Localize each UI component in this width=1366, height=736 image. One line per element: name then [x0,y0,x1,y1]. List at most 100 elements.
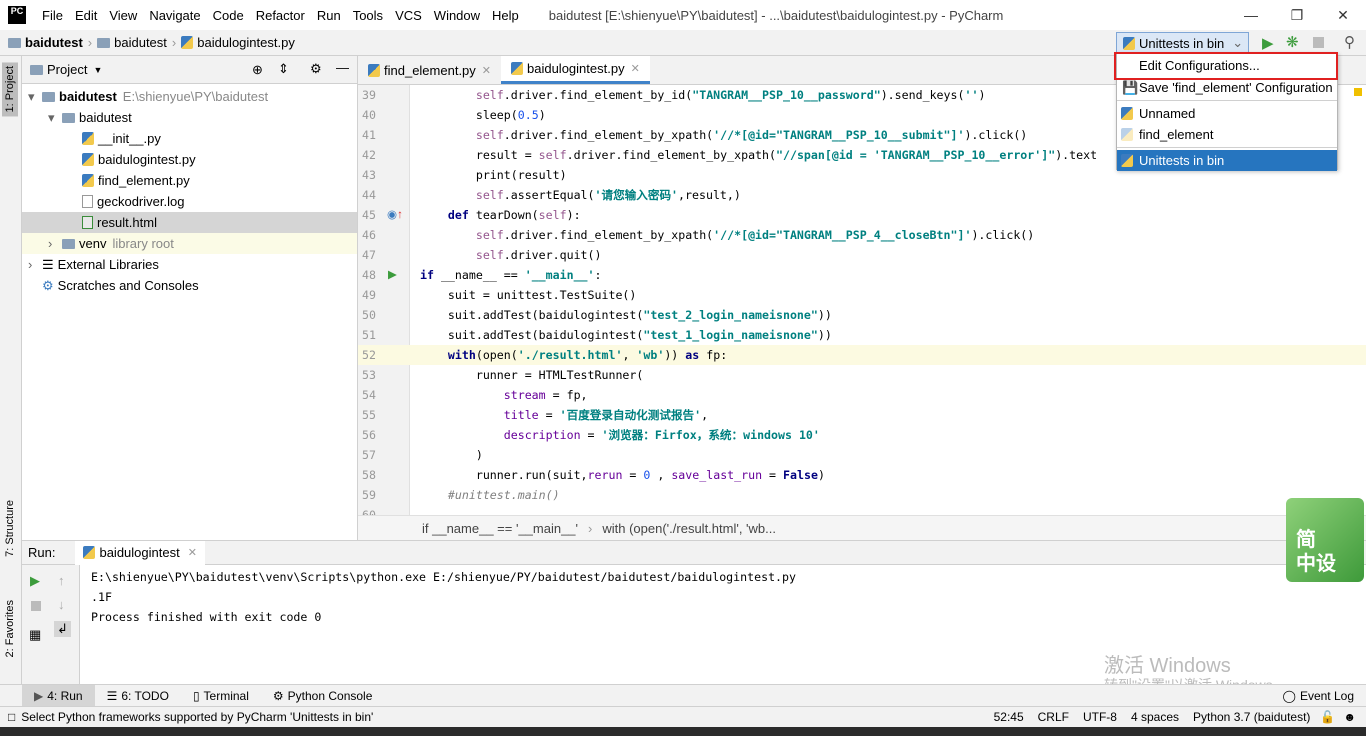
menu-refactor[interactable]: Refactor [250,8,311,23]
menu-edit[interactable]: Edit [69,8,103,23]
terminal-tool-tab[interactable]: ▯ Terminal [181,685,261,707]
debug-icon[interactable]: ❋ [1286,33,1299,51]
ime-widget[interactable]: 简 中设 [1286,498,1364,582]
lock-icon[interactable]: 🔓 [1320,710,1335,724]
line-number: 51 [362,328,376,342]
menu-view[interactable]: View [103,8,143,23]
menu-tools[interactable]: Tools [347,8,389,23]
stop-icon[interactable] [1313,37,1324,48]
code-token: 0.5 [517,108,539,122]
python-console-tool-tab[interactable]: ⚙ Python Console [261,685,385,707]
rerun-icon[interactable]: ▶ [30,573,40,589]
close-icon[interactable]: ✕ [482,64,491,77]
run-configuration-select[interactable]: Unittests in bin ⌄ [1116,32,1249,54]
layout-icon[interactable]: ▦ [29,627,41,643]
tree-item[interactable]: ▾ baidutest E:\shienyue\PY\baidutest [22,86,357,107]
collapse-all-icon[interactable]: ⇕ [278,61,289,77]
code-token: self [538,148,567,162]
tree-item[interactable]: geckodriver.log [22,191,357,212]
save-configuration-item[interactable]: 💾 Save 'find_element' Configuration [1117,77,1337,98]
config-unnamed-item[interactable]: Unnamed [1117,103,1337,124]
code-token: runner = HTMLTestRunner( [475,368,644,382]
menu-file[interactable]: File [36,8,69,23]
search-icon[interactable]: ⚲ [1344,33,1355,51]
code-line: 51 suit.addTest(baidulogintest("test_1_l… [358,325,1366,345]
project-view-select[interactable]: Project [47,62,87,77]
tree-label: Scratches and Consoles [57,278,199,293]
tree-item[interactable]: result.html [22,212,357,233]
gear-icon[interactable]: ⚙ [310,61,322,77]
line-separator[interactable]: CRLF [1038,710,1069,724]
close-button[interactable]: ✕ [1320,0,1366,30]
breadcrumb-item[interactable]: baidutest › [97,35,181,50]
run-tab[interactable]: baidulogintest ✕ [75,540,205,565]
tree-item[interactable]: __init__.py [22,128,357,149]
menu-vcs[interactable]: VCS [389,8,428,23]
line-number: 44 [362,188,376,202]
windows-taskbar [0,727,1366,736]
config-find-element-item[interactable]: find_element [1117,124,1337,145]
favorites-tool-tab[interactable]: 2: Favorites [2,596,18,661]
stop-icon[interactable] [31,601,41,611]
python-interpreter[interactable]: Python 3.7 (baidutest) [1193,710,1310,724]
expand-arrow-icon[interactable]: › [48,236,62,251]
project-tool-tab[interactable]: 1: Project [2,62,18,117]
code-token: self [475,248,504,262]
hide-icon[interactable]: — [336,60,349,75]
run-icon[interactable]: ▶ [1262,34,1274,52]
code-token: , [701,408,709,422]
breadcrumb-item[interactable]: baidutest › [8,35,97,50]
python-file-icon [82,153,94,166]
locate-icon[interactable]: ⊕ [252,62,263,78]
tree-item[interactable]: baidulogintest.py [22,149,357,170]
caret-position[interactable]: 52:45 [994,710,1024,724]
up-arrow-icon[interactable]: ↑ [58,573,65,588]
menu-run[interactable]: Run [311,8,347,23]
editor-tab[interactable]: find_element.py ✕ [358,56,501,84]
override-gutter-icon[interactable]: ◉↑ [387,205,403,225]
down-arrow-icon[interactable]: ↓ [58,597,65,612]
tree-extra: library root [112,236,174,251]
file-encoding[interactable]: UTF-8 [1083,710,1117,724]
status-message: Select Python frameworks supported by Py… [21,710,374,724]
event-log-tab[interactable]: ◯ Event Log [1271,685,1366,707]
menu-window[interactable]: Window [428,8,486,23]
line-number: 50 [362,308,376,322]
soft-wrap-icon[interactable]: ↲ [54,621,71,637]
config-unittests-item[interactable]: Unittests in bin [1117,150,1337,171]
tree-item[interactable]: find_element.py [22,170,357,191]
todo-tool-tab[interactable]: ☰ 6: TODO [95,685,181,707]
maximize-button[interactable]: ❐ [1274,0,1320,30]
tree-item[interactable]: ⚙ Scratches and Consoles [22,275,357,296]
expand-arrow-icon[interactable]: › [28,257,42,272]
close-icon[interactable]: ✕ [188,546,197,559]
minimize-button[interactable]: — [1228,0,1274,30]
tree-item[interactable]: › venv library root [22,233,357,254]
run-tool-tab[interactable]: ▶ 4: Run [22,684,95,707]
breadcrumb-with[interactable]: with (open('./result.html', 'wb... [602,521,776,536]
console-output[interactable]: E:\shienyue\PY\baidutest\venv\Scripts\py… [91,567,796,627]
tree-label: geckodriver.log [97,194,185,209]
project-icon [30,64,43,75]
inspector-icon[interactable]: ☻ [1343,710,1356,724]
editor-tab[interactable]: baidulogintest.py ✕ [501,56,650,84]
warning-marker[interactable] [1354,88,1362,96]
expand-arrow-icon[interactable]: ▾ [48,110,62,126]
close-icon[interactable]: ✕ [631,62,640,75]
structure-tool-tab[interactable]: 7: Structure [2,496,18,561]
tree-item[interactable]: › ☰ External Libraries [22,254,357,275]
status-icon[interactable]: □ [8,710,15,724]
run-gutter-icon[interactable]: ▶ [388,265,397,285]
expand-arrow-icon[interactable]: ▾ [28,89,42,105]
code-token: )) [664,348,686,362]
code-token: .assertEqual( [503,188,595,202]
breadcrumb-item[interactable]: baidulogintest.py [181,35,295,50]
tree-item[interactable]: ▾ baidutest [22,107,357,128]
breadcrumb-if-main[interactable]: if __name__ == '__main__' [422,521,578,536]
indent-setting[interactable]: 4 spaces [1131,710,1179,724]
menu-help[interactable]: Help [486,8,525,23]
menu-navigate[interactable]: Navigate [143,8,206,23]
menu-code[interactable]: Code [207,8,250,23]
line-number: 42 [362,148,376,162]
window-title: baidutest [E:\shienyue\PY\baidutest] - .… [548,7,1004,23]
